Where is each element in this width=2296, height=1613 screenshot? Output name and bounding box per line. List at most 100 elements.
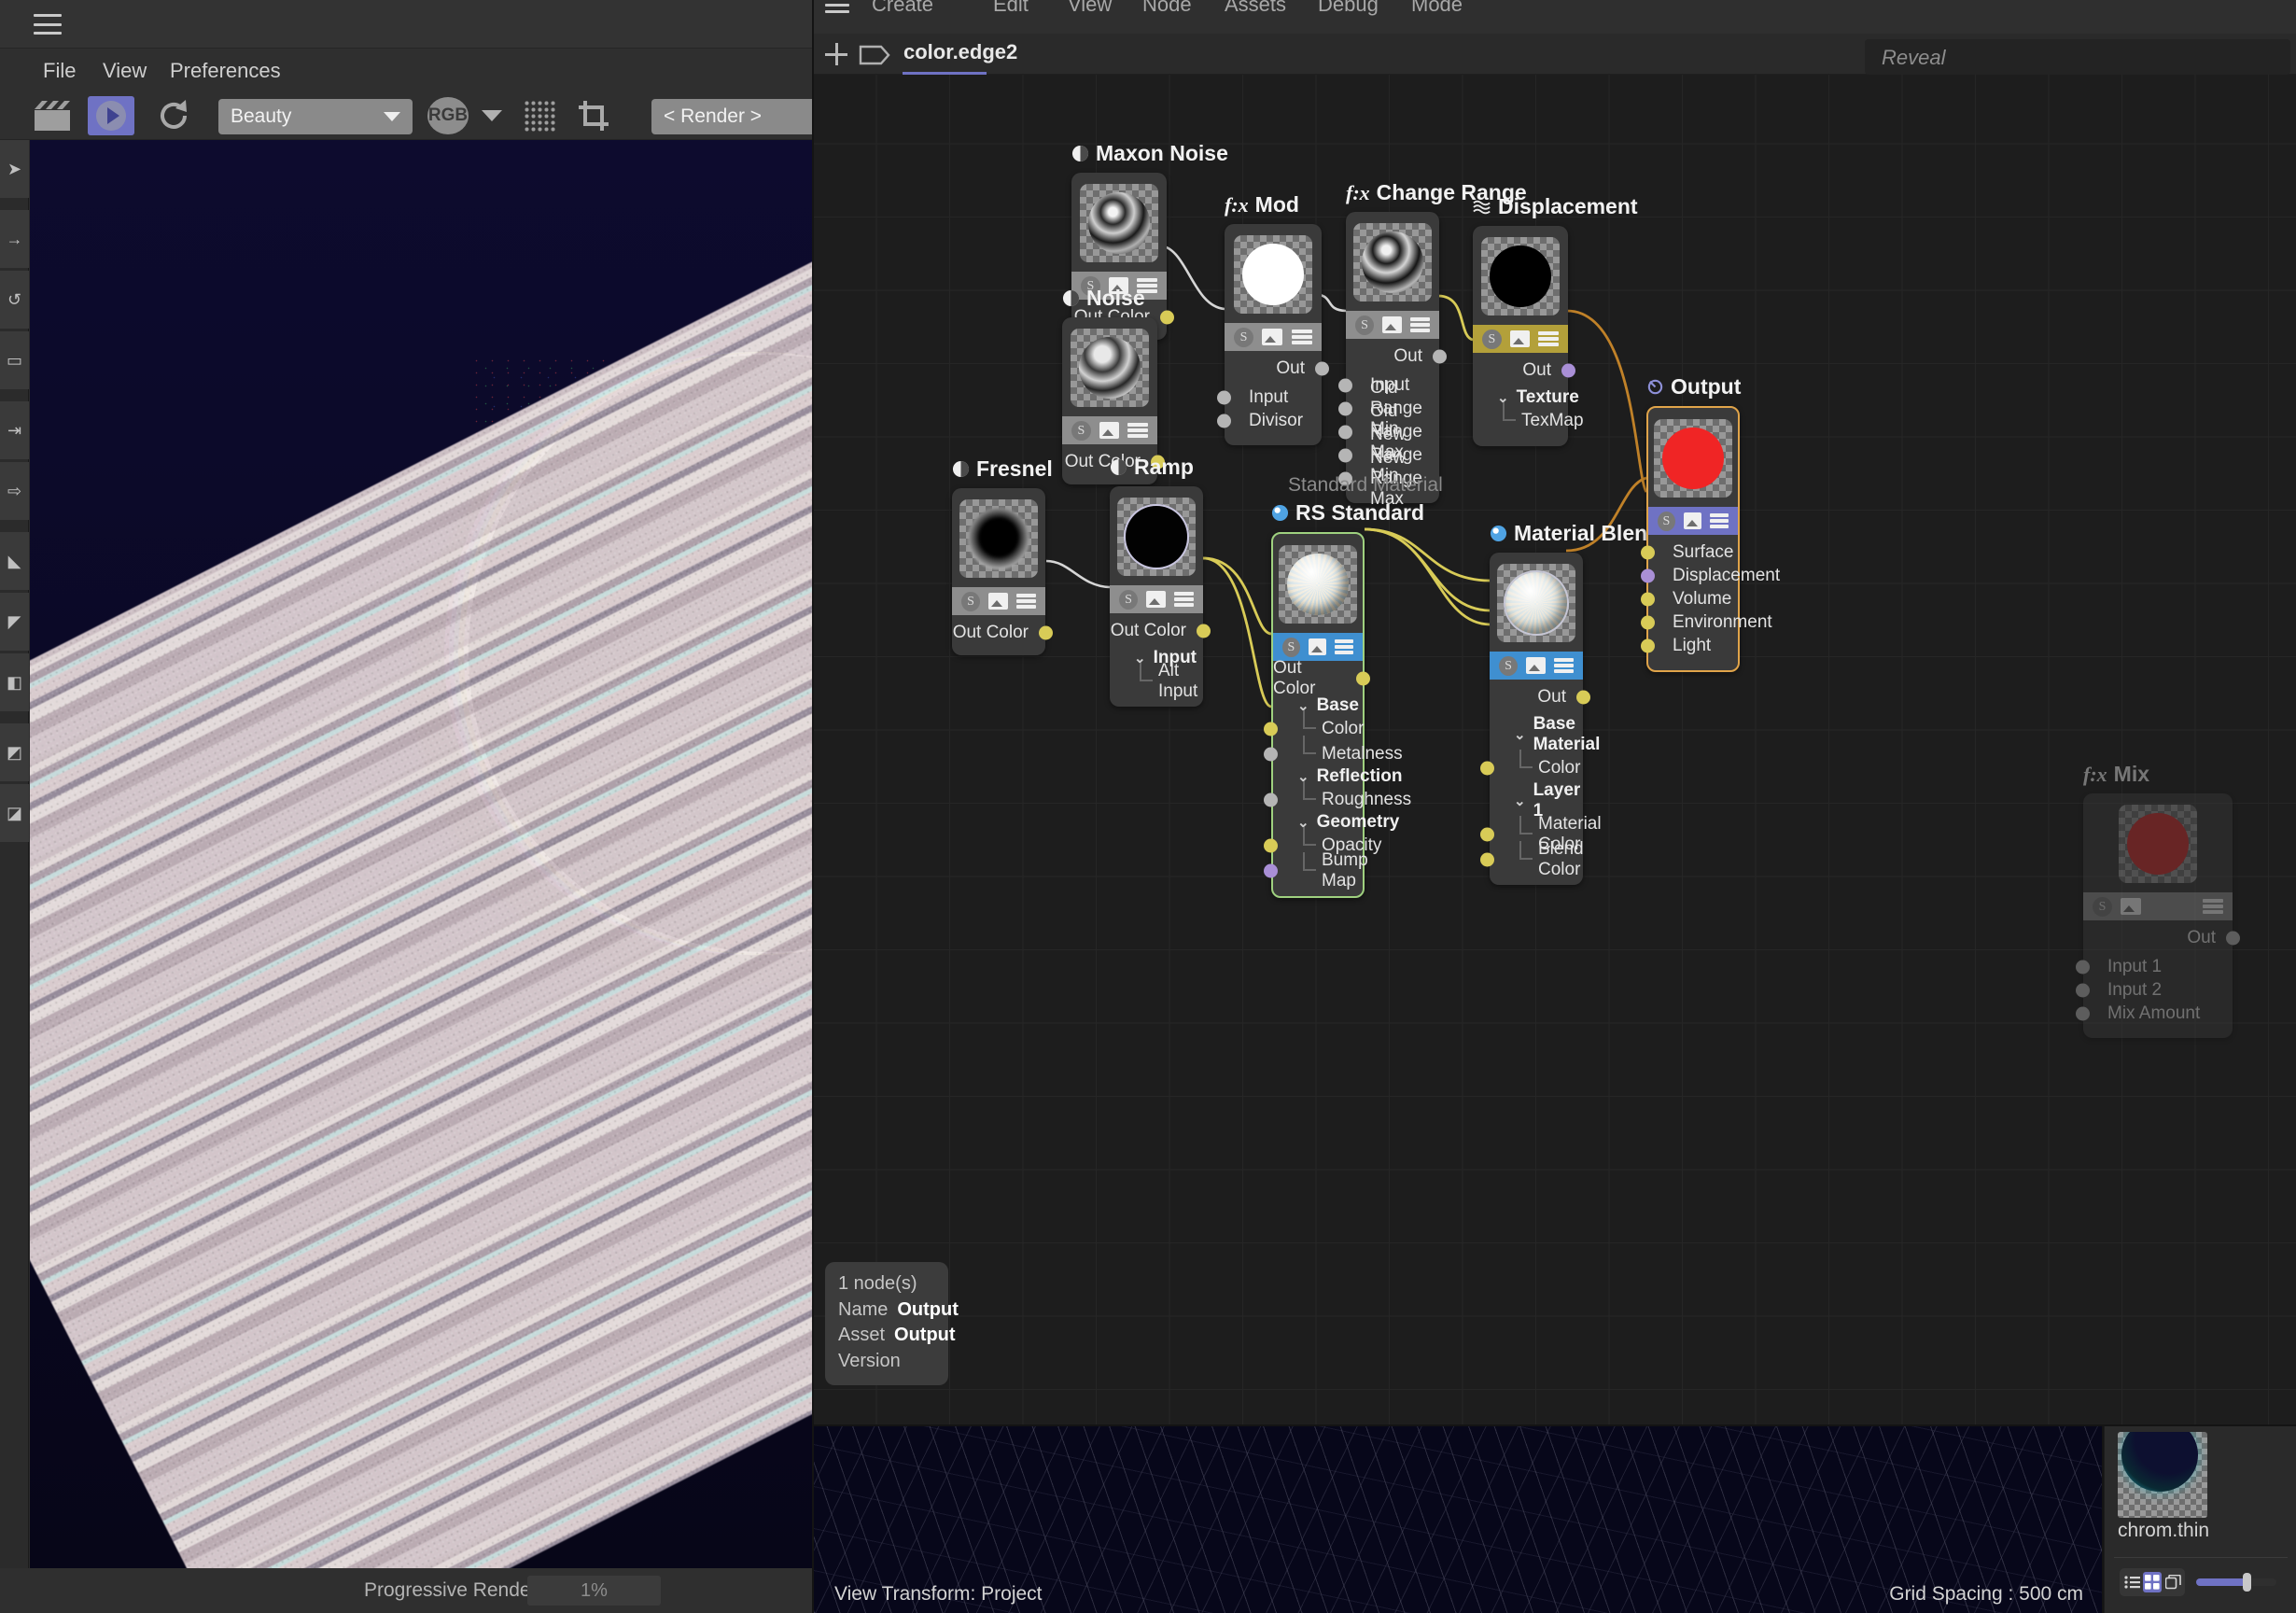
node-displacement[interactable]: Displacement S Out ⌄ Texture TexMap bbox=[1473, 194, 1638, 446]
tool-polygon-mode-icon[interactable]: ◧ bbox=[0, 653, 29, 711]
refresh-icon[interactable] bbox=[151, 96, 196, 135]
group-reflection[interactable]: ⌄ Reflection bbox=[1273, 766, 1402, 787]
preview-icon[interactable] bbox=[1509, 330, 1531, 347]
preview-icon[interactable] bbox=[1146, 591, 1167, 608]
ne-menu-edit[interactable]: Edit bbox=[993, 0, 1029, 17]
node-menu-icon[interactable] bbox=[1127, 423, 1148, 438]
node-ramp[interactable]: Ramp S Out Color ⌄ Input Alt Input bbox=[1110, 455, 1211, 707]
preview-icon[interactable] bbox=[1526, 657, 1547, 674]
port-dot[interactable] bbox=[1264, 792, 1278, 806]
port-surface[interactable]: Surface bbox=[1641, 540, 1738, 564]
port-dot[interactable] bbox=[1217, 390, 1231, 404]
card-view-icon[interactable] bbox=[2163, 1572, 2182, 1592]
port-base-metalness[interactable]: Metalness bbox=[1264, 736, 1403, 766]
port-dot[interactable] bbox=[1641, 568, 1655, 582]
node-menu-icon[interactable] bbox=[1538, 331, 1559, 346]
reveal-search-input[interactable]: Reveal bbox=[1865, 39, 2290, 75]
node-toolstrip[interactable]: S bbox=[1225, 323, 1322, 351]
tool-translate-icon[interactable]: → bbox=[0, 210, 29, 268]
group-texture[interactable]: ⌄ Texture bbox=[1473, 387, 1579, 408]
tool-move-icon[interactable]: ➤ bbox=[0, 140, 29, 198]
port-dot[interactable] bbox=[1641, 545, 1655, 559]
port-dot[interactable] bbox=[1039, 625, 1053, 639]
node-toolstrip[interactable]: S bbox=[952, 587, 1045, 615]
play-button[interactable] bbox=[88, 96, 134, 135]
state-icon[interactable]: S bbox=[1119, 589, 1139, 610]
port-dot[interactable] bbox=[1264, 863, 1278, 877]
asset-zoom-slider[interactable] bbox=[2196, 1573, 2276, 1592]
port-blend-color[interactable]: Blend Color bbox=[1480, 839, 1584, 879]
port-dot[interactable] bbox=[1480, 827, 1494, 841]
node-rs-standard[interactable]: Standard Material RS Standard S Out Colo… bbox=[1264, 474, 1443, 898]
port-alt-input[interactable]: Alt Input bbox=[1110, 661, 1203, 701]
node-toolstrip[interactable]: S bbox=[1648, 507, 1738, 535]
preview-icon[interactable] bbox=[1308, 638, 1327, 655]
node-toolstrip[interactable]: S bbox=[1110, 585, 1203, 613]
node-toolstrip[interactable]: S bbox=[1273, 633, 1363, 661]
preview-icon[interactable] bbox=[1382, 316, 1403, 333]
port-dot[interactable] bbox=[1338, 448, 1352, 462]
port-divisor[interactable]: Divisor bbox=[1217, 409, 1322, 432]
port-input-2[interactable]: Input 2 bbox=[2076, 978, 2233, 1002]
port-out-color[interactable]: Out Color bbox=[1273, 658, 1370, 698]
port-dot[interactable] bbox=[1264, 838, 1278, 852]
ne-menu-create[interactable]: Create bbox=[872, 0, 933, 17]
tool-model-mode-icon[interactable]: ◩ bbox=[0, 723, 29, 781]
port-out-color[interactable]: Out Color bbox=[952, 621, 1053, 644]
node-graph-canvas[interactable]: Maxon Noise S Out Color Noise S Out Colo… bbox=[814, 75, 2296, 1426]
port-out[interactable]: Out bbox=[1346, 344, 1447, 368]
node-menu-icon[interactable] bbox=[1410, 317, 1430, 332]
tool-axis-icon[interactable]: ⇥ bbox=[0, 401, 29, 459]
port-dot[interactable] bbox=[2076, 960, 2090, 974]
port-mix-amount[interactable]: Mix Amount bbox=[2076, 1002, 2233, 1025]
rgb-dropdown-icon[interactable] bbox=[478, 96, 506, 135]
port-out[interactable]: Out bbox=[2083, 926, 2240, 949]
node-toolstrip[interactable]: S bbox=[2083, 892, 2233, 920]
port-dot[interactable] bbox=[1338, 401, 1352, 415]
port-out[interactable]: Out bbox=[1473, 358, 1575, 382]
port-bump-map[interactable]: Bump Map bbox=[1264, 850, 1368, 891]
asset-thumbnail[interactable] bbox=[2118, 1432, 2207, 1518]
port-dot[interactable] bbox=[1480, 761, 1494, 775]
ne-menu-view[interactable]: View bbox=[1068, 0, 1112, 17]
port-input-1[interactable]: Input 1 bbox=[2076, 955, 2233, 978]
preview-icon[interactable] bbox=[1683, 512, 1702, 529]
state-icon[interactable]: S bbox=[1499, 655, 1519, 676]
panel-divider-vertical[interactable] bbox=[812, 0, 814, 1613]
node-menu-icon[interactable] bbox=[1292, 330, 1312, 344]
port-dot[interactable] bbox=[1576, 690, 1590, 704]
node-menu-icon[interactable] bbox=[1554, 658, 1574, 673]
preview-icon[interactable] bbox=[1099, 422, 1120, 439]
node-menu-icon[interactable] bbox=[1016, 594, 1036, 609]
tool-edge-mode-icon[interactable]: ◤ bbox=[0, 593, 29, 651]
node-toolstrip[interactable]: S bbox=[1473, 325, 1568, 353]
port-dot[interactable] bbox=[1338, 425, 1352, 439]
port-environment[interactable]: Environment bbox=[1641, 610, 1772, 634]
port-dot[interactable] bbox=[1433, 349, 1447, 363]
port-dot[interactable] bbox=[1315, 361, 1329, 375]
add-tab-button[interactable] bbox=[825, 43, 847, 65]
state-icon[interactable]: S bbox=[1071, 420, 1091, 441]
port-displacement[interactable]: Displacement bbox=[1641, 564, 1780, 587]
ne-menu-mode[interactable]: Mode bbox=[1411, 0, 1463, 17]
tool-scale-icon[interactable]: ▭ bbox=[0, 331, 29, 389]
group-base-material[interactable]: ⌄ Base Material bbox=[1490, 714, 1600, 755]
node-toolstrip[interactable]: S bbox=[1490, 652, 1583, 680]
menu-file[interactable]: File bbox=[43, 59, 76, 83]
clapper-icon[interactable] bbox=[30, 96, 75, 135]
port-texmap[interactable]: TexMap bbox=[1473, 402, 1584, 433]
port-bm-color[interactable]: Color bbox=[1480, 750, 1583, 780]
state-icon[interactable]: S bbox=[1482, 329, 1502, 349]
port-dot[interactable] bbox=[1641, 615, 1655, 629]
node-toolstrip[interactable]: S bbox=[1346, 311, 1439, 339]
port-base-color[interactable]: Color bbox=[1264, 710, 1364, 741]
node-menu-icon[interactable] bbox=[1335, 639, 1353, 654]
port-out[interactable]: Out bbox=[1225, 357, 1329, 380]
ne-menu-node[interactable]: Node bbox=[1142, 0, 1192, 17]
node-material-blender[interactable]: Material Blender S Out ⌄ Base Material C… bbox=[1480, 521, 1681, 885]
channel-select[interactable]: Beauty bbox=[218, 99, 413, 134]
menu-hamburger-icon[interactable] bbox=[34, 14, 62, 35]
port-out[interactable]: Out bbox=[1490, 685, 1590, 708]
state-icon[interactable]: S bbox=[961, 591, 981, 611]
port-dot[interactable] bbox=[2076, 983, 2090, 997]
